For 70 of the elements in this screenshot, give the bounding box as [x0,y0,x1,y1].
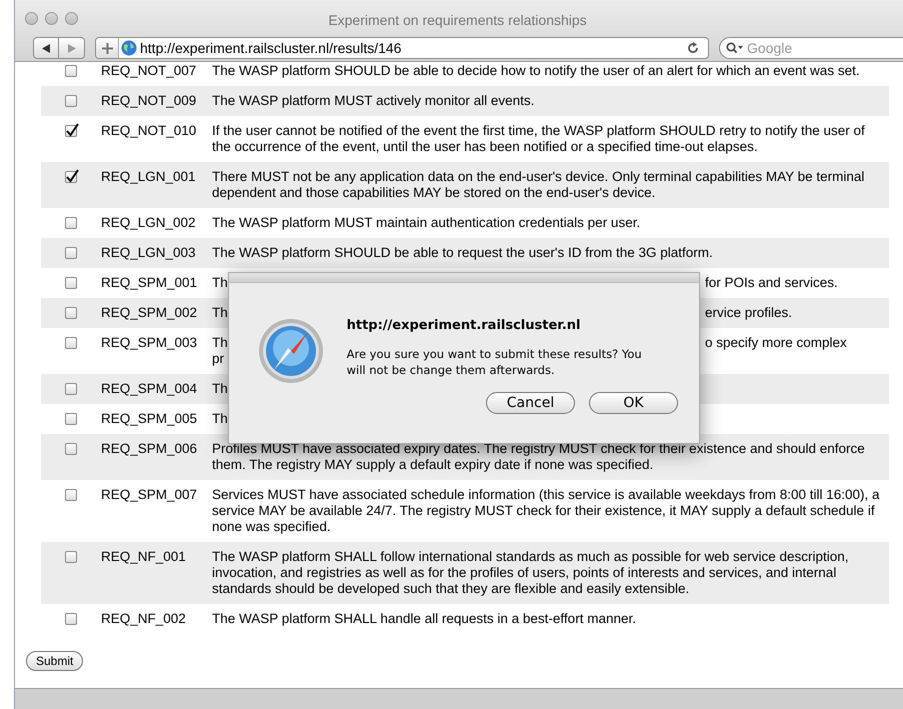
requirement-id: REQ_NOT_010 [101,123,198,140]
checkbox[interactable] [65,613,77,625]
requirement-text: The WASP platform SHOULD be able to decide how to notify the user of an alert for which an event was set. [212,63,861,79]
requirement-text: Th [212,275,228,291]
requirement-id: REQ_SPM_007 [101,487,198,504]
compass-icon [258,318,323,384]
requirement-text: pr [212,351,224,367]
checkbox[interactable] [65,125,77,137]
requirement-id: REQ_SPM_003 [101,335,198,352]
checkbox[interactable] [65,277,77,289]
checkbox[interactable] [65,247,77,259]
requirement-text: The WASP platform SHALL follow international standards as much as possible for web service description, invocation, and registries as well as for the profiles of users, points of interests and services, and internal standards should be developed such that they are flexible and easily extensible. [212,549,850,597]
dialog-button[interactable]: Cancel [486,392,575,414]
requirement-text: Th [212,411,228,427]
requirement-text: o specify more complex [705,335,847,351]
zoom-button[interactable] [65,12,78,25]
dialog-message: Are you sure you want to submit these results? You will not be change them afterwards. [346,346,643,378]
requirement-text: for POIs and services. [705,275,838,291]
submit-button[interactable]: Submit [26,651,84,671]
requirement-text: The WASP platform SHALL handle all requests in a best-effort manner. [212,611,637,627]
requirement-text: Profiles MUST have associated expiry dates. The registry MUST check for their existence and should enforce them. The registry MAY supply a default expiry date if none was specified. [212,441,866,473]
requirement-text: If the user cannot be notified of the event the first time, the WASP platform SHOULD retry to notify the user of the occurrence of the event, until the user has been notified or a specified time-out elapses. [212,123,866,155]
requirement-text: Th [212,305,228,321]
dialog-title: http://experiment.railscluster.nl [346,317,582,335]
requirement-text: The WASP platform SHOULD be able to request the user's ID from the 3G platform. [212,245,714,261]
requirement-text: The WASP platform MUST maintain authentication credentials per user. [212,215,642,231]
search-input[interactable]: Google [747,38,867,58]
address-bar[interactable]: http://experiment.railscluster.nl/results/146 [95,37,709,59]
checkbox[interactable] [65,217,77,229]
checkbox[interactable] [65,443,77,455]
checkbox[interactable] [65,65,77,77]
checkbox[interactable] [65,413,77,425]
forward-icon [68,44,76,52]
reload-icon[interactable] [687,42,699,54]
minimize-button[interactable] [45,12,58,25]
dialog-button[interactable]: OK [589,392,678,414]
checkbox[interactable] [65,171,77,183]
requirement-id: REQ_LGN_001 [101,169,197,186]
requirement-text: The WASP platform MUST actively monitor all events. [212,93,536,109]
globe-icon [121,40,137,56]
requirement-id: REQ_LGN_003 [101,245,197,261]
checkbox[interactable] [65,307,77,319]
requirement-id: REQ_SPM_006 [101,441,198,458]
plus-icon [102,42,112,54]
requirement-id: REQ_SPM_004 [101,381,198,397]
window-title: Experiment on requirements relationships [328,11,587,30]
requirement-id: REQ_SPM_002 [101,305,198,321]
requirement-text: Th [212,381,228,397]
requirement-id: REQ_NOT_007 [101,63,198,79]
requirement-id: REQ_SPM_005 [101,411,198,427]
requirement-id: REQ_NF_002 [101,611,187,627]
requirement-text: There MUST not be any application data on the end-user's device. Only terminal capabilities MAY be terminal dependent and those capabilities MAY be stored on the end-user's device. [212,169,866,201]
requirement-text: Th [212,335,228,351]
checkbox[interactable] [65,551,77,563]
checkbox[interactable] [65,489,77,501]
requirement-id: REQ_NOT_009 [101,93,198,109]
requirement-text: Services MUST have associated schedule information (this service is available weekdays from 8:00 till 16:00), a service MAY be available 24/7. The registry MUST check for their existence, it MAY supply a default schedule if none was specified. [212,487,881,535]
checkbox[interactable] [65,383,77,395]
requirement-id: REQ_LGN_002 [101,215,197,231]
back-icon [42,44,50,52]
requirement-id: REQ_SPM_001 [101,275,198,291]
add-bookmark-button[interactable] [96,38,119,58]
checkbox[interactable] [65,337,77,349]
requirement-text: ervice profiles. [705,305,792,321]
checkbox[interactable] [65,95,77,107]
url-text: http://experiment.railscluster.nl/results/146 [140,38,402,58]
close-button[interactable] [25,12,38,25]
search-field[interactable]: Google [719,37,903,59]
requirement-id: REQ_NF_001 [101,549,187,566]
search-icon [726,42,744,54]
